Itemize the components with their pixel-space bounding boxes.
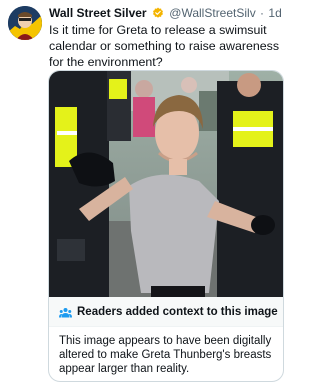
community-note: Readers added context to this image This… — [49, 297, 283, 381]
photo-image — [49, 71, 283, 297]
community-notes-people-icon — [59, 306, 72, 324]
community-note-title: Readers added context to this image — [77, 306, 278, 318]
author-handle[interactable]: @WallStreetSilv — [169, 6, 255, 20]
verified-badge-icon — [152, 7, 164, 20]
tweet-photo[interactable] — [49, 71, 283, 297]
author-avatar[interactable] — [8, 6, 42, 40]
tweet-timestamp[interactable]: 1d — [268, 6, 281, 20]
avatar-image — [8, 6, 42, 40]
author-name[interactable]: Wall Street Silver — [49, 6, 147, 20]
media-card[interactable]: Readers added context to this image This… — [48, 70, 284, 382]
tweet-text: Is it time for Greta to release a swimsu… — [49, 23, 280, 69]
tweet[interactable]: Wall Street Silver @WallStreetSilv · 1d … — [0, 0, 292, 384]
community-note-body: This image appears to have been digitall… — [59, 335, 272, 375]
community-note-header[interactable]: Readers added context to this image — [49, 297, 283, 327]
header-separator: · — [260, 6, 265, 20]
tweet-header: Wall Street Silver @WallStreetSilv · 1d — [49, 6, 289, 20]
